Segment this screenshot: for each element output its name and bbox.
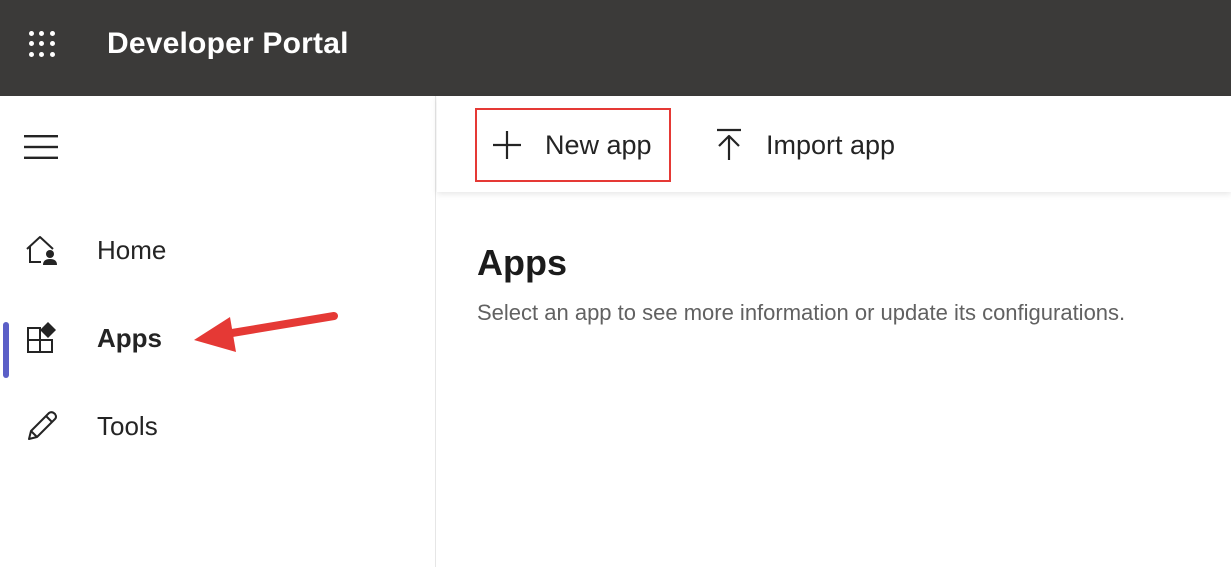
home-person-icon <box>26 236 57 265</box>
sidebar-item-tools[interactable]: Tools <box>0 396 436 456</box>
top-bar: Developer Portal <box>0 0 1231 96</box>
new-app-label: New app <box>545 129 652 160</box>
pencil-icon <box>28 411 57 440</box>
plus-icon <box>493 131 521 159</box>
waffle-icon[interactable] <box>26 28 58 60</box>
active-indicator <box>3 322 9 378</box>
import-app-label: Import app <box>766 129 896 160</box>
red-arrow-annotation <box>194 312 338 352</box>
page-subtitle: Select an app to see more information or… <box>477 300 1126 325</box>
sidebar-item-label: Apps <box>97 322 162 353</box>
page-title: Apps <box>477 242 567 283</box>
sidebar-item-label: Home <box>97 234 167 265</box>
apps-icon <box>27 322 56 353</box>
command-bar: New app Import app <box>437 96 1231 192</box>
main-content: Apps Select an app to see more informati… <box>437 192 1231 567</box>
hamburger-icon[interactable] <box>24 134 58 160</box>
new-app-button[interactable]: New app <box>475 108 671 182</box>
sidebar-item-home[interactable]: Home <box>0 220 436 280</box>
app-title: Developer Portal <box>107 27 349 60</box>
sidebar-item-label: Tools <box>97 410 158 441</box>
import-app-button[interactable]: Import app <box>713 108 933 182</box>
upload-icon <box>717 128 741 160</box>
